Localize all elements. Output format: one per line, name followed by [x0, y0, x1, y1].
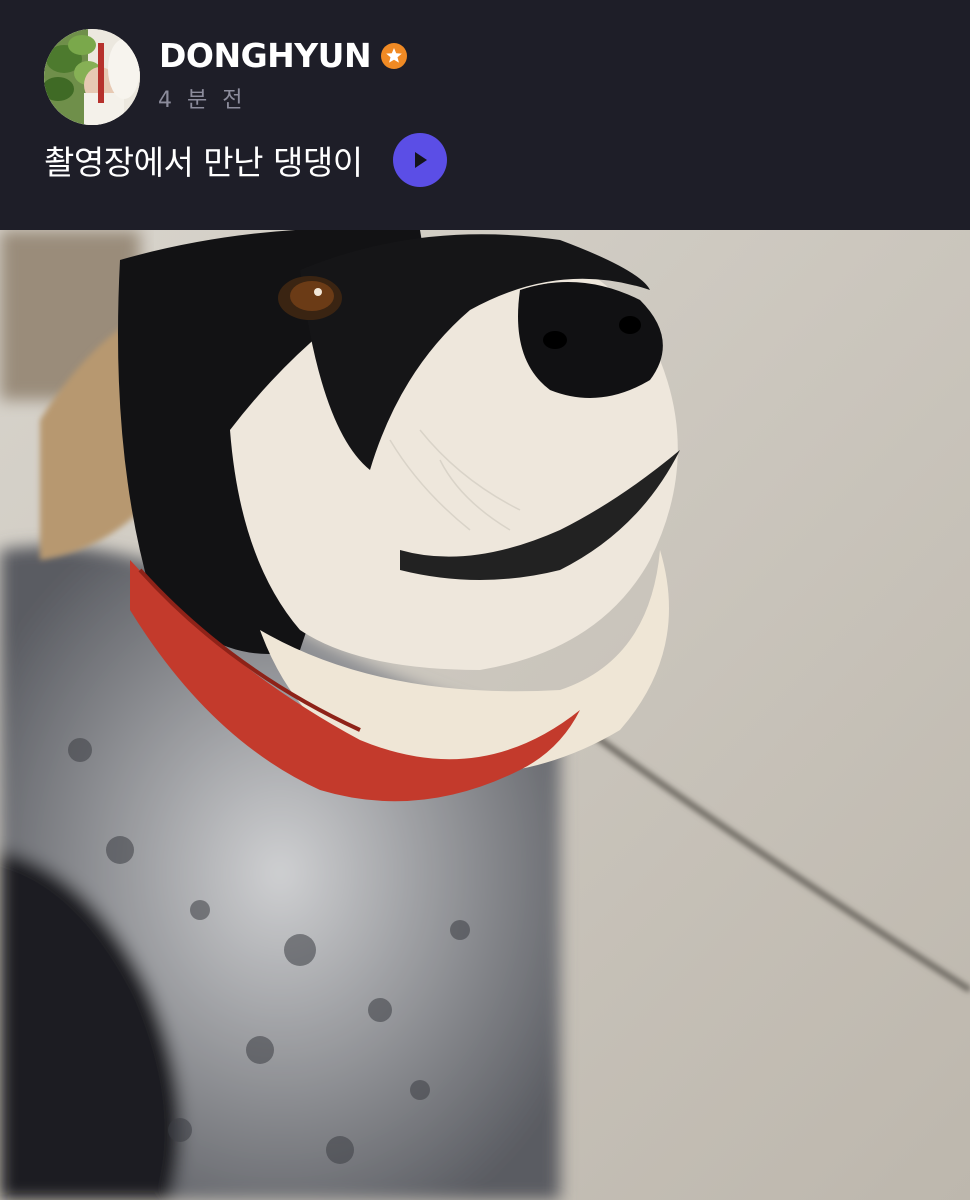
- avatar-image: [44, 29, 140, 125]
- play-icon: [414, 152, 427, 168]
- post-header: DONGHYUN 4 분 전 촬영장에서 만난 댕댕이: [0, 0, 970, 230]
- post-timestamp: 4 분 전: [158, 88, 247, 113]
- post-photo[interactable]: [0, 230, 970, 1200]
- dog-photo: [0, 230, 970, 1200]
- author-row: DONGHYUN: [159, 36, 408, 76]
- caption-row: 촬영장에서 만난 댕댕이: [44, 132, 447, 188]
- post-caption: 촬영장에서 만난 댕댕이: [44, 143, 363, 182]
- star-badge-icon: [381, 43, 408, 69]
- author-name[interactable]: DONGHYUN: [159, 36, 372, 76]
- translate-button[interactable]: [392, 133, 447, 187]
- avatar[interactable]: [44, 29, 140, 125]
- post-card: DONGHYUN 4 분 전 촬영장에서 만난 댕댕이: [0, 0, 970, 1200]
